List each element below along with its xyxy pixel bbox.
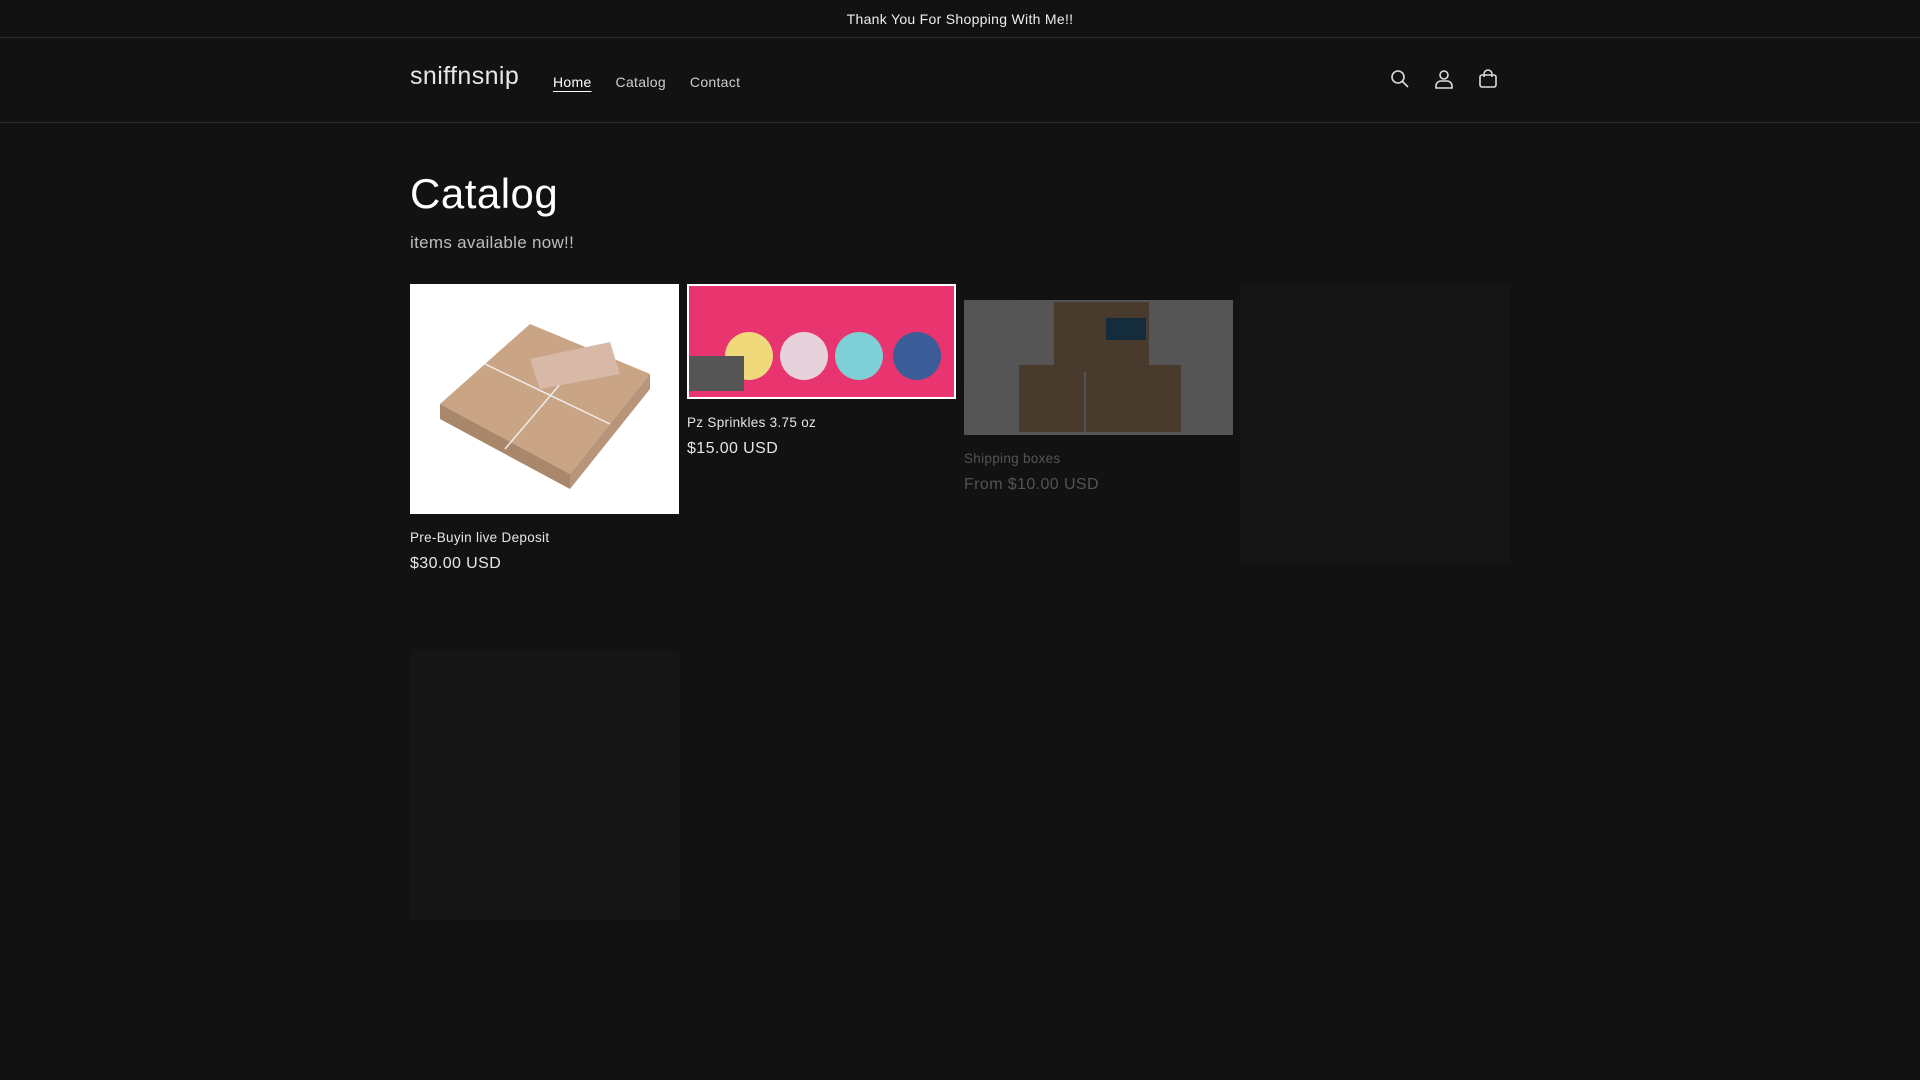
product-price: $30.00 USD [410, 555, 502, 572]
nav-catalog[interactable]: Catalog [604, 70, 678, 94]
product-title[interactable]: Pz Sprinkles 3.75 oz [687, 415, 956, 430]
product-image-shipping-boxes[interactable] [964, 300, 1233, 435]
account-icon[interactable] [1429, 64, 1459, 94]
nav-contact[interactable]: Contact [678, 70, 752, 94]
product-price: $15.00 USD [687, 440, 779, 457]
product-image-wrapped-box[interactable] [410, 284, 679, 514]
product-card-loading[interactable] [1240, 284, 1509, 564]
product-price: From $10.00 USD [964, 476, 1099, 493]
announcement-text: Thank You For Shopping With Me!! [846, 10, 1074, 27]
product-image-sprinkles[interactable] [687, 284, 956, 399]
page-title: Catalog [410, 170, 559, 217]
nav-home[interactable]: Home [541, 70, 604, 94]
product-title[interactable]: Shipping boxes [964, 451, 1233, 466]
cart-icon[interactable] [1473, 64, 1503, 94]
search-icon[interactable] [1385, 64, 1415, 94]
product-card[interactable]: Pre-Buyin live Deposit $30.00 USD [410, 284, 679, 573]
product-card[interactable]: Pz Sprinkles 3.75 oz $15.00 USD [687, 284, 956, 458]
announcement-bar: Thank You For Shopping With Me!! [0, 0, 1920, 38]
page-subtitle: items available now!! [410, 233, 575, 252]
product-title[interactable]: Pre-Buyin live Deposit [410, 530, 679, 545]
product-card-loading[interactable] [410, 650, 679, 920]
store-logo[interactable]: sniffnsnip [410, 62, 519, 91]
site-header: sniffnsnip Home Catalog Contact [0, 38, 1920, 123]
product-card[interactable]: Shipping boxes From $10.00 USD [964, 300, 1233, 494]
main-nav: Home Catalog Contact [541, 70, 752, 94]
